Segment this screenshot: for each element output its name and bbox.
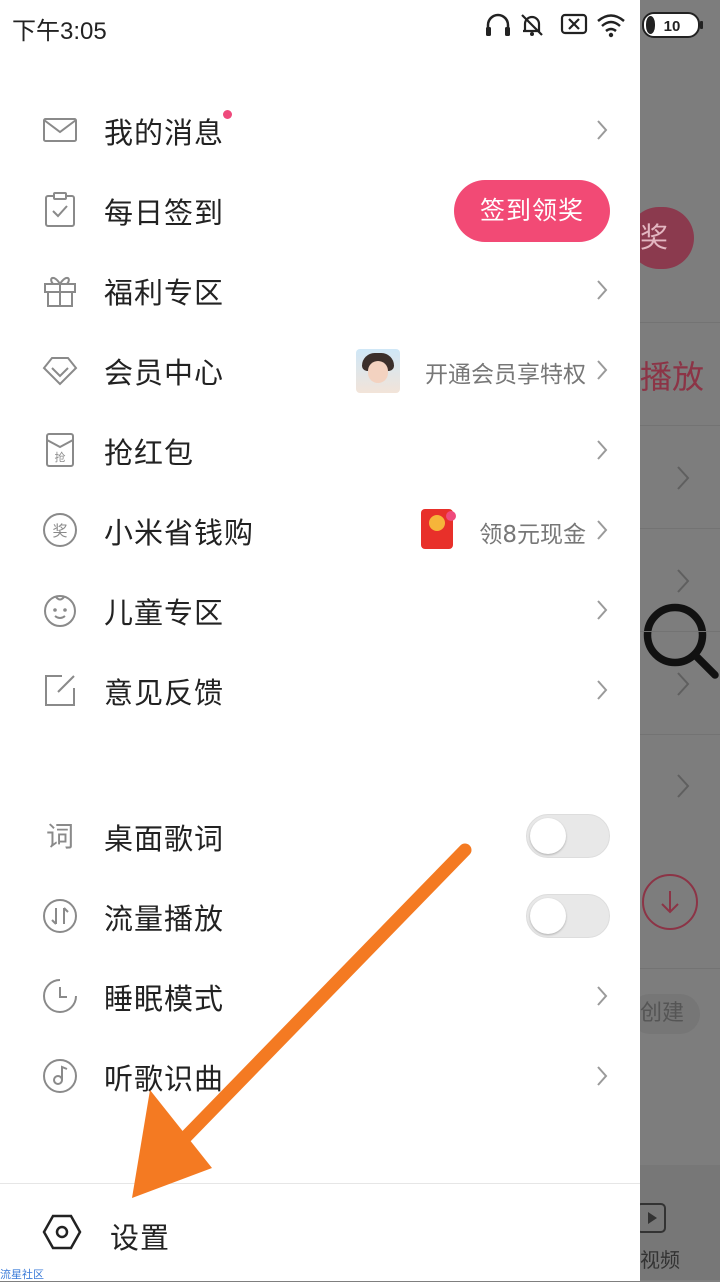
chevron-right-icon <box>597 120 608 140</box>
background-red-text: 播放 <box>640 358 705 396</box>
side-drawer: 下午3:05 10 我的消息 每日签到 签到领奖 福利专区 会员中心 开通会员享… <box>0 0 703 1281</box>
headphones-icon <box>486 13 510 36</box>
menu-item-feedback[interactable]: 意见反馈 <box>0 650 640 730</box>
background-divider <box>640 734 720 735</box>
menu-label: 福利专区 <box>104 276 225 310</box>
cash-promo-text: 领8元现金 <box>479 522 586 548</box>
unread-dot <box>446 511 456 521</box>
background-divider <box>640 968 720 969</box>
menu-item-redpacket[interactable]: 抢 抢红包 <box>0 410 640 490</box>
menu-label: 桌面歌词 <box>104 822 225 856</box>
baby-face-icon <box>44 595 76 627</box>
settings-bar[interactable] <box>0 1183 640 1281</box>
background-search-icon <box>640 0 720 1280</box>
background-divider <box>640 322 720 323</box>
edit-icon <box>45 675 75 706</box>
chevron-right-icon <box>597 360 608 380</box>
background-divider <box>640 631 720 632</box>
no-sim-icon <box>560 13 588 35</box>
menu-item-welfare[interactable]: 福利专区 <box>0 250 640 330</box>
red-envelope-icon: 抢 <box>46 433 74 467</box>
settings-button[interactable]: 设置 <box>110 1215 170 1257</box>
data-play-toggle[interactable] <box>526 894 610 938</box>
menu-item-messages[interactable]: 我的消息 <box>0 90 640 170</box>
chevron-right-icon <box>597 1066 608 1086</box>
menu-label: 听歌识曲 <box>104 1062 225 1096</box>
mute-bell-icon <box>521 14 543 36</box>
music-disc-icon <box>43 1059 77 1093</box>
chevron-right-icon <box>597 600 608 620</box>
envelope-icon <box>43 118 77 142</box>
background-chevron-icon <box>677 672 690 696</box>
lyrics-icon: 词 <box>46 820 74 853</box>
background-chevron-icon <box>677 774 690 798</box>
background-video-icon <box>636 1203 666 1233</box>
gift-icon <box>44 277 76 307</box>
battery-level: 10 <box>664 18 681 35</box>
menu-label: 每日签到 <box>104 196 225 230</box>
svg-text:词: 词 <box>46 820 74 853</box>
menu-label: 我的消息 <box>104 116 225 150</box>
desktop-lyrics-toggle[interactable] <box>526 814 610 858</box>
svg-text:抢: 抢 <box>55 450 66 464</box>
background-video-label: 视频 <box>640 1248 680 1272</box>
menu-item-sleep-mode[interactable]: 睡眠模式 <box>0 956 640 1036</box>
background-create-pill: 创建 <box>630 994 700 1034</box>
menu-label: 会员中心 <box>104 356 225 390</box>
background-chevron-icon <box>677 466 690 490</box>
menu-label: 抢红包 <box>104 436 195 470</box>
background-chevron-icon <box>677 569 690 593</box>
background-divider <box>640 425 720 426</box>
menu-item-xiaomi-shop[interactable]: 奖 小米省钱购 领8元现金 <box>0 490 640 570</box>
vip-promo-text: 开通会员享特权 <box>425 362 586 388</box>
clock-icon <box>43 979 77 1013</box>
data-transfer-icon <box>43 899 77 933</box>
unread-dot <box>223 110 232 119</box>
menu-label: 意见反馈 <box>104 676 225 710</box>
menu-label: 睡眠模式 <box>104 982 225 1016</box>
menu-label: 小米省钱购 <box>104 516 255 550</box>
wifi-icon <box>597 14 625 38</box>
menu-item-kids[interactable]: 儿童专区 <box>0 570 640 650</box>
diamond-icon <box>42 357 78 386</box>
status-time: 下午3:05 <box>12 18 107 45</box>
chevron-right-icon <box>597 986 608 1006</box>
clipboard-check-icon <box>45 192 75 227</box>
hexagon-gear-icon[interactable] <box>42 1212 82 1252</box>
background-download-icon <box>642 874 698 930</box>
menu-item-vip[interactable]: 会员中心 开通会员享特权 <box>0 330 640 410</box>
svg-text:奖: 奖 <box>52 522 67 540</box>
menu-label: 儿童专区 <box>104 596 225 630</box>
battery-icon: 10 <box>642 12 703 38</box>
avatar <box>356 349 400 393</box>
checkin-reward-button[interactable]: 签到领奖 <box>454 180 610 242</box>
menu-label: 流量播放 <box>104 902 225 936</box>
chevron-right-icon <box>597 280 608 300</box>
prize-badge-icon: 奖 <box>43 513 77 547</box>
chevron-right-icon <box>597 440 608 460</box>
status-bar: 下午3:05 10 <box>0 0 703 52</box>
chevron-right-icon <box>597 520 608 540</box>
background-divider <box>640 528 720 529</box>
chevron-right-icon <box>597 680 608 700</box>
menu-item-song-recognition[interactable]: 听歌识曲 <box>0 1036 640 1116</box>
